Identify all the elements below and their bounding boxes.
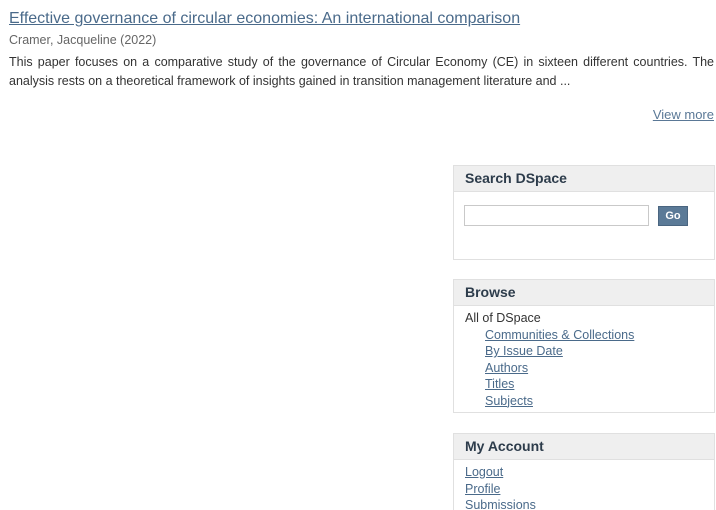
browse-communities-link[interactable]: Communities & Collections (485, 328, 634, 342)
account-list: Logout Profile Submissions (465, 464, 714, 510)
account-panel-body: Logout Profile Submissions (454, 460, 714, 510)
go-button[interactable]: Go (658, 206, 688, 226)
browse-subjects-link[interactable]: Subjects (485, 394, 533, 408)
browse-titles-link[interactable]: Titles (485, 377, 514, 391)
result-abstract: This paper focuses on a comparative stud… (9, 55, 714, 88)
submissions-link[interactable]: Submissions (465, 498, 536, 510)
browse-panel: Browse All of DSpace Communities & Colle… (453, 279, 715, 413)
browse-item-communities: Communities & Collections (465, 327, 714, 344)
browse-item-issue-date: By Issue Date (465, 343, 714, 360)
result-author-date: Cramer, Jacqueline (2022) (9, 33, 157, 47)
browse-item-titles: Titles (465, 376, 714, 393)
account-item-profile: Profile (465, 481, 714, 498)
browse-list: Communities & Collections By Issue Date … (465, 327, 714, 410)
account-item-logout: Logout (465, 464, 714, 481)
account-item-submissions: Submissions (465, 497, 714, 510)
browse-issue-date-link[interactable]: By Issue Date (485, 344, 563, 358)
logout-link[interactable]: Logout (465, 465, 503, 479)
result-title-link[interactable]: Effective governance of circular economi… (9, 10, 520, 28)
page: Effective governance of circular economi… (0, 0, 716, 510)
browse-item-authors: Authors (465, 360, 714, 377)
search-input[interactable] (464, 205, 649, 226)
search-panel-heading: Search DSpace (454, 166, 714, 192)
view-more-link[interactable]: View more (653, 107, 714, 122)
profile-link[interactable]: Profile (465, 482, 500, 496)
account-panel: My Account Logout Profile Submissions (453, 433, 715, 510)
browse-item-subjects: Subjects (465, 393, 714, 410)
browse-panel-heading: Browse (454, 280, 714, 306)
browse-panel-body: All of DSpace Communities & Collections … (454, 306, 714, 409)
browse-root-label: All of DSpace (465, 311, 541, 325)
browse-authors-link[interactable]: Authors (485, 361, 528, 375)
account-panel-heading: My Account (454, 434, 714, 460)
search-panel: Search DSpace Go (453, 165, 715, 260)
